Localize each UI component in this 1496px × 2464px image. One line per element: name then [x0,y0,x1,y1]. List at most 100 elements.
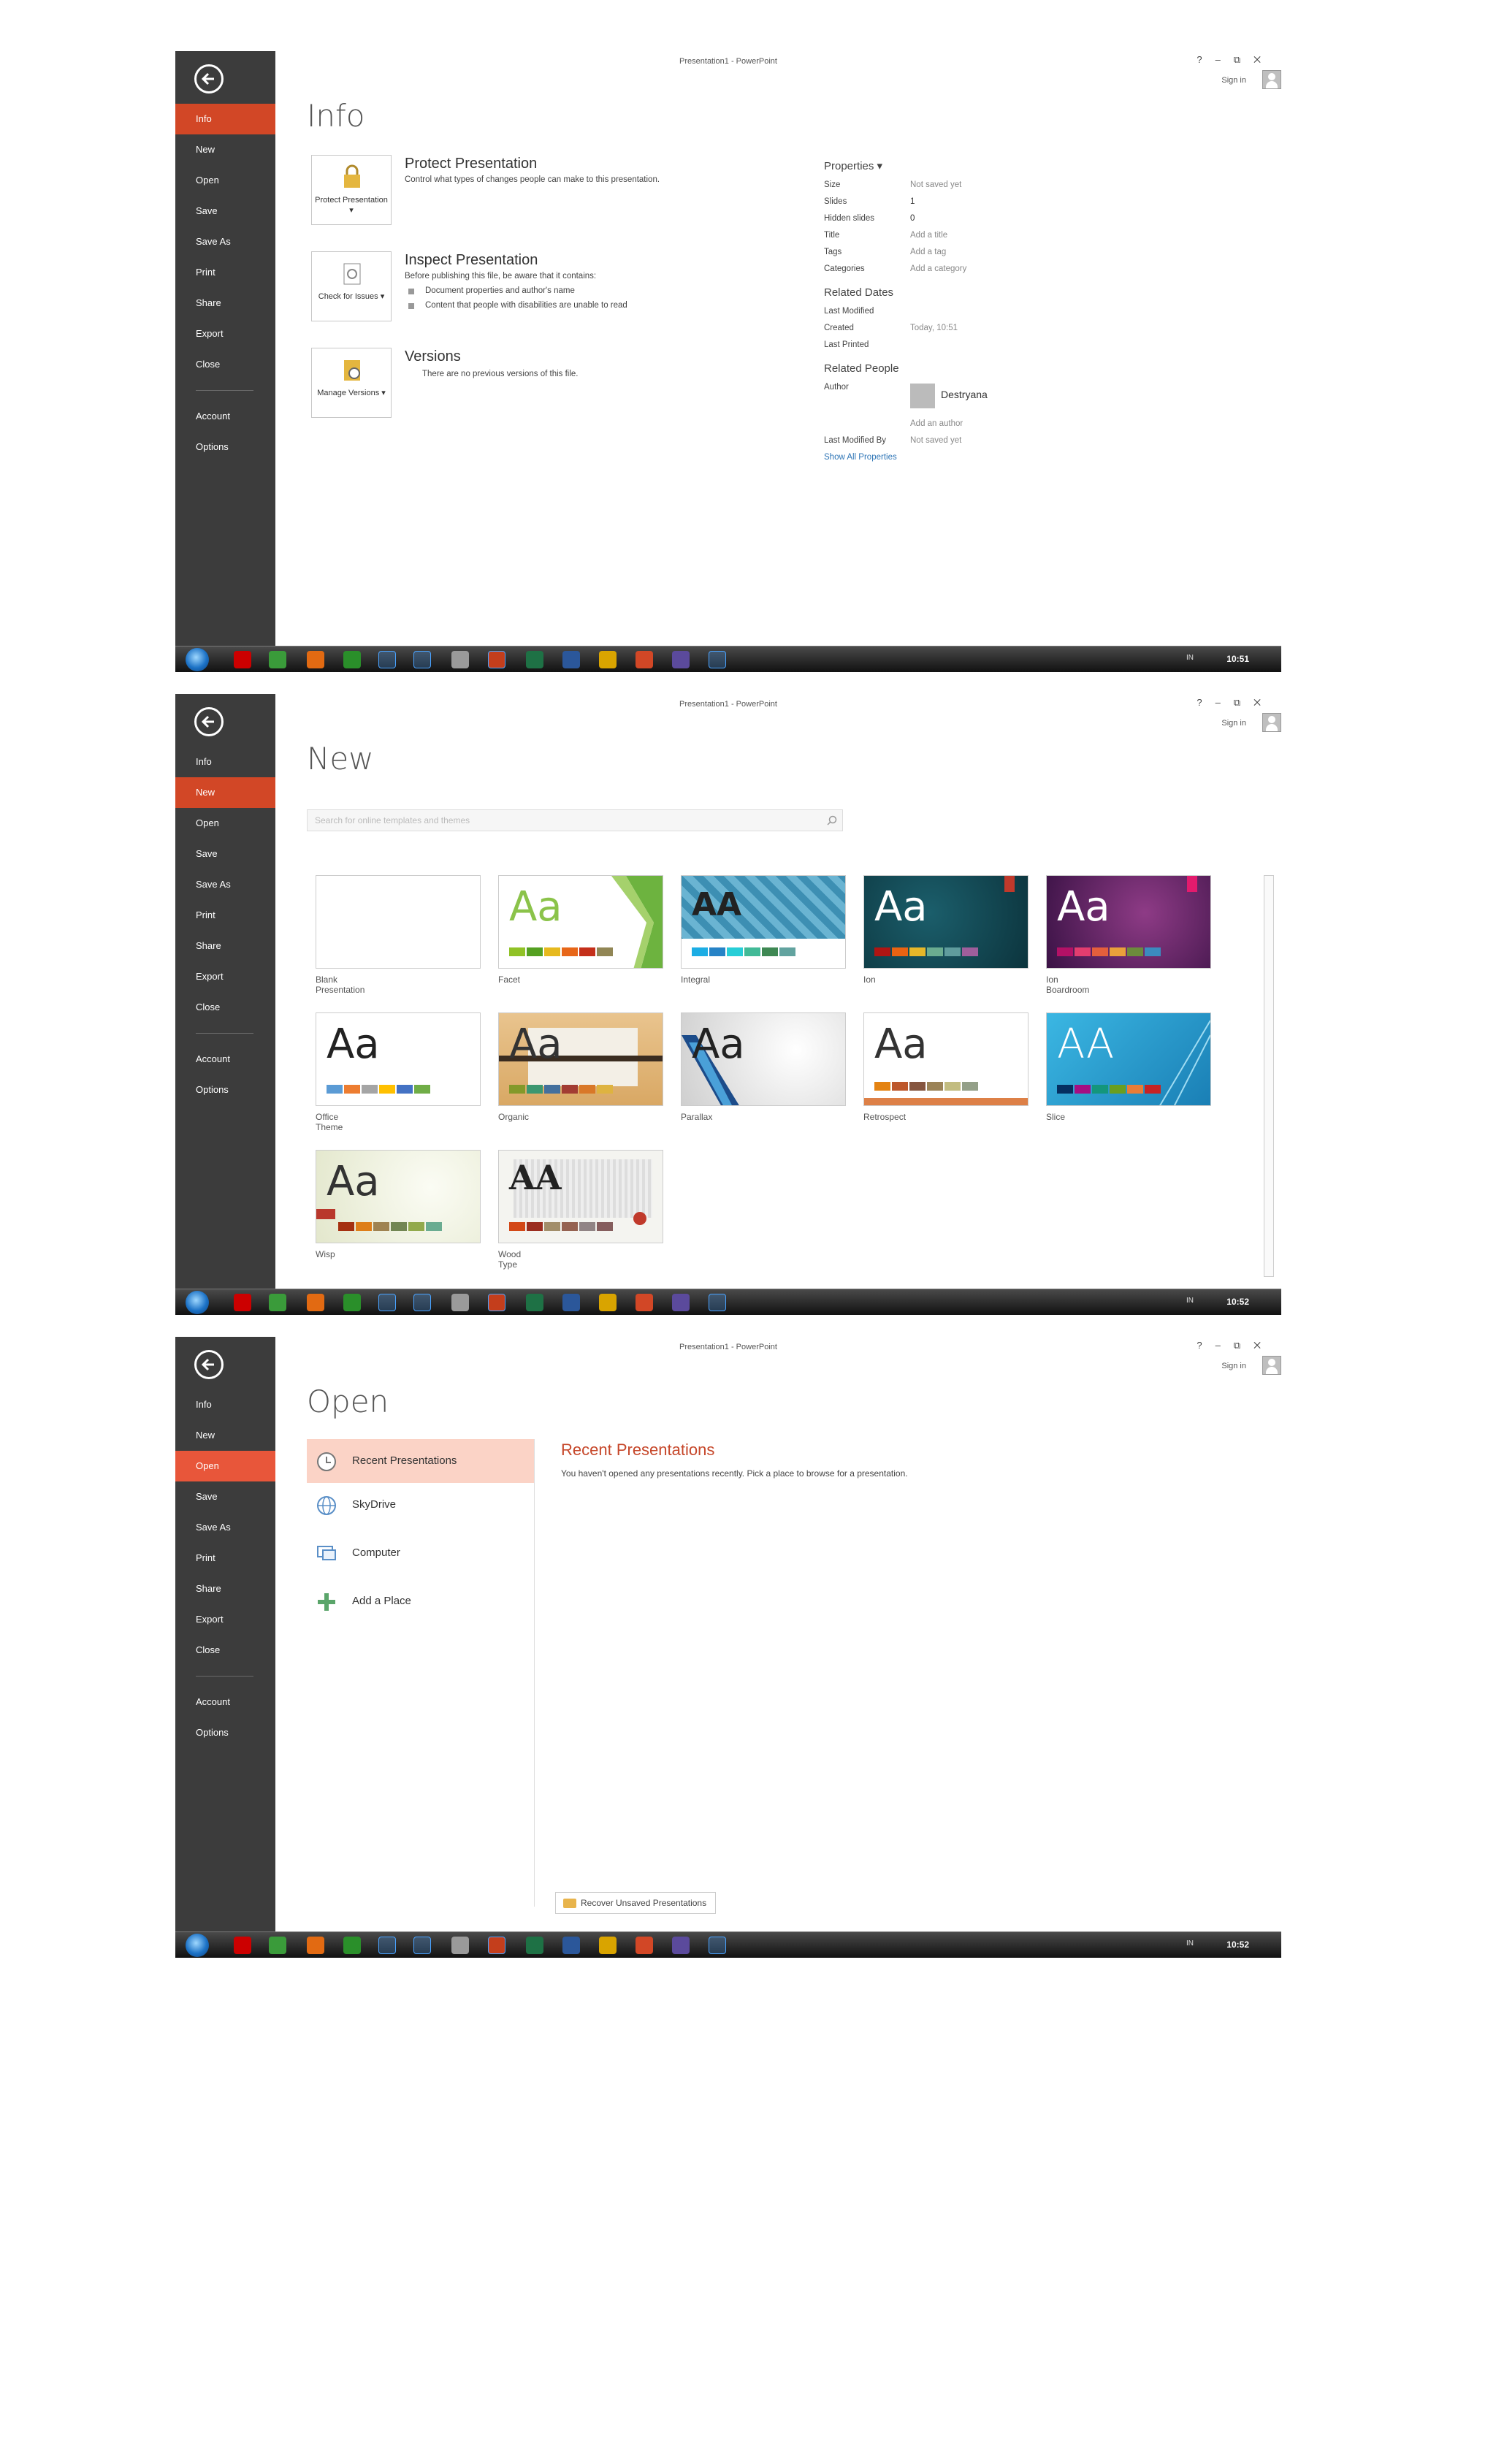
minimize-button[interactable]: – [1216,1340,1234,1351]
taskbar-clock[interactable]: 10:52 [1226,1297,1249,1307]
app-icon[interactable] [636,651,653,668]
excel-icon[interactable] [526,1937,543,1954]
menu-item-new[interactable]: New [175,134,275,165]
opera-icon[interactable] [234,1937,251,1954]
menu-item-save-as[interactable]: Save As [175,1512,275,1543]
chrome-icon[interactable] [269,1294,286,1311]
firefox-icon[interactable] [307,1294,324,1311]
minimize-button[interactable]: – [1216,54,1234,65]
menu-item-share[interactable]: Share [175,288,275,319]
app-icon[interactable] [343,651,361,668]
app-icon[interactable] [343,1294,361,1311]
firefox-icon[interactable] [307,651,324,668]
app-icon[interactable] [636,1294,653,1311]
powerpoint-icon[interactable] [488,1294,505,1311]
explorer-icon[interactable] [413,1294,431,1311]
menu-item-close[interactable]: Close [175,992,275,1023]
start-orb-icon[interactable] [186,1291,209,1314]
help-button[interactable]: ? [1197,697,1215,708]
opera-icon[interactable] [234,1294,251,1311]
template-search-input[interactable]: Search for online templates and themes [307,809,843,831]
menu-item-options[interactable]: Options [175,1075,275,1105]
prop-title-input[interactable]: Add a title [910,227,947,244]
menu-item-open[interactable]: Open [175,808,275,839]
menu-item-print[interactable]: Print [175,257,275,288]
protect-presentation-button[interactable]: Protect Presentation ▾ [311,155,392,225]
menu-item-open[interactable]: Open [175,1451,275,1481]
powerpoint-icon[interactable] [488,1937,505,1954]
template-organic[interactable]: Aa [498,1012,663,1106]
recover-unsaved-button[interactable]: Recover Unsaved Presentations [555,1892,717,1914]
start-orb-icon[interactable] [186,648,209,671]
template-blank-presentation[interactable] [316,875,481,969]
menu-item-account[interactable]: Account [175,1687,275,1717]
start-orb-icon[interactable] [186,1934,209,1957]
prop-categories-input[interactable]: Add a category [910,261,966,278]
template-wood-type[interactable]: AA [498,1150,663,1243]
back-arrow-icon[interactable] [194,707,224,736]
restore-button[interactable]: ⧉ [1234,1340,1253,1351]
menu-item-save[interactable]: Save [175,1481,275,1512]
properties-heading[interactable]: Properties ▾ [824,159,1131,172]
menu-item-options[interactable]: Options [175,432,275,462]
menu-item-close[interactable]: Close [175,1635,275,1666]
add-author-input[interactable]: Add an author [910,416,963,432]
explorer-icon[interactable] [413,651,431,668]
template-facet[interactable]: Aa [498,875,663,969]
menu-item-export[interactable]: Export [175,961,275,992]
help-button[interactable]: ? [1197,54,1215,65]
template-wisp[interactable]: Aa [316,1150,481,1243]
menu-item-account[interactable]: Account [175,1044,275,1075]
app-icon[interactable] [451,651,469,668]
menu-item-save-as[interactable]: Save As [175,869,275,900]
app-icon[interactable] [599,1294,617,1311]
word-icon[interactable] [562,651,580,668]
chrome-icon[interactable] [269,1937,286,1954]
place-computer[interactable]: Computer [307,1531,534,1579]
powerpoint-icon[interactable] [488,651,505,668]
check-for-issues-button[interactable]: Check for Issues ▾ [311,251,392,321]
search-icon[interactable] [827,815,837,825]
app-icon-boxed[interactable] [378,1937,396,1954]
menu-item-print[interactable]: Print [175,900,275,931]
user-avatar-icon[interactable] [1262,1356,1281,1375]
app-icon[interactable] [672,1937,690,1954]
menu-item-new[interactable]: New [175,1420,275,1451]
menu-item-options[interactable]: Options [175,1717,275,1748]
sign-in-link[interactable]: Sign in [1221,1362,1246,1370]
user-avatar-icon[interactable] [1262,70,1281,89]
close-button[interactable]: ✕ [1253,1340,1274,1351]
user-avatar-icon[interactable] [1262,713,1281,732]
sign-in-link[interactable]: Sign in [1221,719,1246,728]
menu-item-info[interactable]: Info [175,1389,275,1420]
explorer-icon[interactable] [413,1937,431,1954]
menu-item-save[interactable]: Save [175,839,275,869]
excel-icon[interactable] [526,651,543,668]
menu-item-info[interactable]: Info [175,747,275,777]
prop-tags-input[interactable]: Add a tag [910,244,946,261]
sign-in-link[interactable]: Sign in [1221,76,1246,85]
place-skydrive[interactable]: SkyDrive [307,1483,534,1531]
restore-button[interactable]: ⧉ [1234,54,1253,65]
app-icon-boxed[interactable] [709,651,726,668]
app-icon-boxed[interactable] [709,1937,726,1954]
taskbar-clock[interactable]: 10:52 [1226,1939,1249,1950]
template-office-theme[interactable]: Aa [316,1012,481,1106]
word-icon[interactable] [562,1937,580,1954]
back-arrow-icon[interactable] [194,1350,224,1379]
excel-icon[interactable] [526,1294,543,1311]
app-icon-boxed[interactable] [709,1294,726,1311]
menu-item-share[interactable]: Share [175,1574,275,1604]
place-add-a-place[interactable]: Add a Place [307,1579,534,1628]
restore-button[interactable]: ⧉ [1234,697,1253,708]
prop-author-value[interactable]: Destryana [941,386,988,403]
app-icon[interactable] [672,651,690,668]
menu-item-save-as[interactable]: Save As [175,226,275,257]
taskbar-clock[interactable]: 10:51 [1226,654,1249,664]
menu-item-new[interactable]: New [175,777,275,808]
app-icon[interactable] [672,1294,690,1311]
menu-item-export[interactable]: Export [175,319,275,349]
place-recent-presentations[interactable]: Recent Presentations [307,1439,534,1483]
close-button[interactable]: ✕ [1253,54,1274,65]
menu-item-print[interactable]: Print [175,1543,275,1574]
